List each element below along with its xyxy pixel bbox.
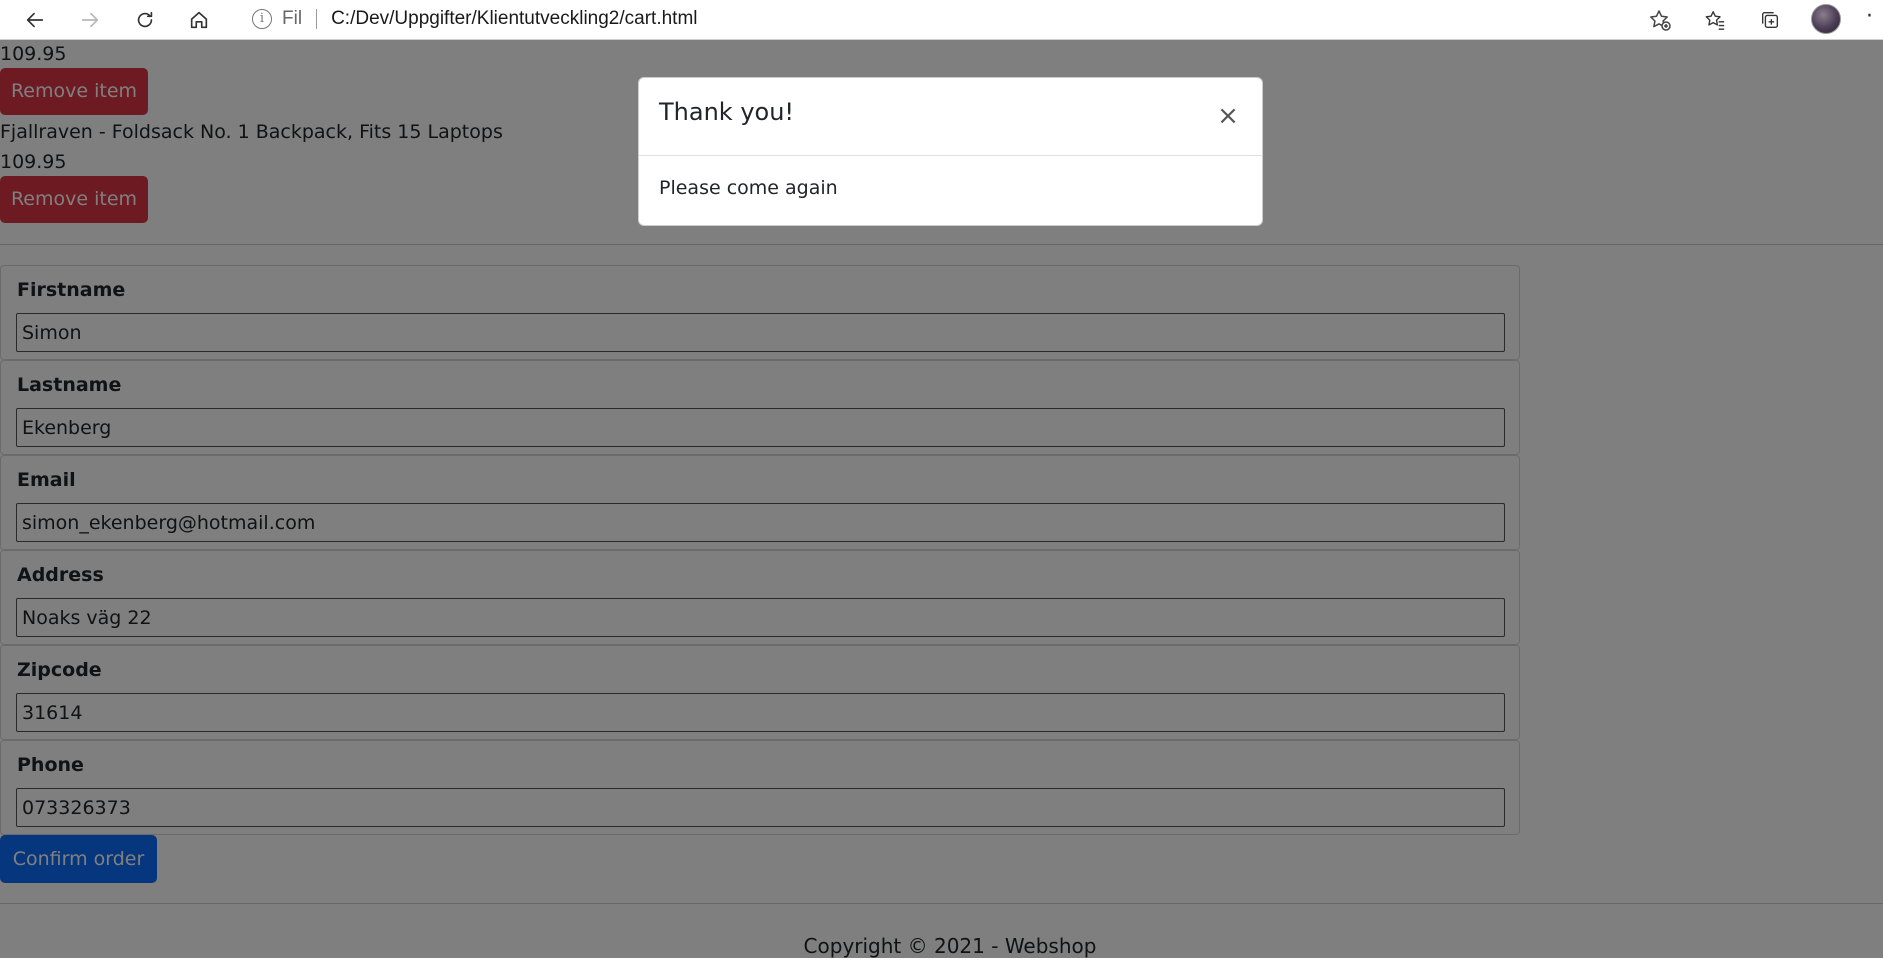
- add-favorite-icon[interactable]: [1648, 8, 1672, 32]
- address-bar[interactable]: i Fil C:/Dev/Uppgifter/Klientutveckling2…: [236, 2, 1678, 35]
- forward-icon[interactable]: [72, 2, 108, 38]
- browser-toolbar: i Fil C:/Dev/Uppgifter/Klientutveckling2…: [0, 0, 1883, 40]
- back-icon[interactable]: [17, 2, 53, 38]
- info-icon[interactable]: i: [252, 8, 272, 29]
- modal-title: Thank you!: [659, 98, 795, 126]
- collections-icon[interactable]: [1752, 2, 1788, 38]
- address-separator: [316, 8, 318, 29]
- favorites-icon[interactable]: [1697, 2, 1733, 38]
- home-icon[interactable]: [181, 2, 217, 38]
- address-scheme: Fil: [282, 7, 303, 29]
- close-icon[interactable]: ×: [1214, 102, 1242, 130]
- profile-avatar[interactable]: [1811, 4, 1841, 34]
- refresh-icon[interactable]: [127, 2, 163, 38]
- address-url[interactable]: C:/Dev/Uppgifter/Klientutveckling2/cart.…: [331, 8, 697, 30]
- thank-you-modal: Thank you! × Please come again: [638, 77, 1263, 226]
- modal-header: Thank you! ×: [639, 78, 1262, 156]
- more-icon[interactable]: ·: [1866, 4, 1873, 29]
- modal-body: Please come again: [659, 177, 838, 199]
